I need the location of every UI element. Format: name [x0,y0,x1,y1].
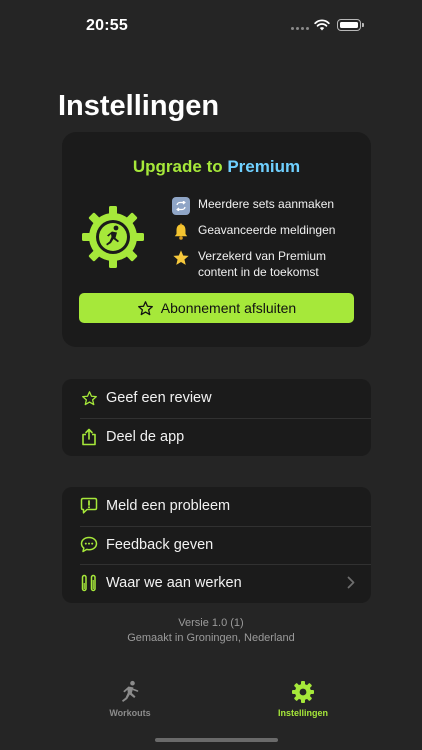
premium-heading: Upgrade to Premium [62,157,371,177]
row-label: Waar we aan werken [106,575,242,592]
feature-label: Meerdere sets aanmaken [198,197,335,211]
roadmap-icon [80,574,98,592]
premium-heading-highlight: Premium [227,157,301,176]
star-outline-icon [137,300,153,315]
running-figure-icon [118,680,142,704]
home-indicator [155,738,278,742]
support-settings-group: Meld een probleem Feedback geven Waar we… [62,487,371,603]
feature-advanced-notifications: Geavanceerde meldingen [171,222,335,241]
row-label: Meld een probleem [106,498,231,515]
wifi-icon [314,19,330,31]
bell-icon [171,222,190,241]
chevron-right-icon [347,576,355,589]
row-label: Geef een review [106,390,212,407]
tab-label: Instellingen [277,708,328,718]
feedback-row[interactable]: Feedback geven [62,525,371,565]
feature-label: Verzekerd van Premium content in de toek… [198,249,327,279]
share-icon [80,428,98,446]
share-app-row[interactable]: Deel de app [62,417,371,457]
report-bubble-icon [80,497,98,515]
premium-card: Upgrade to Premium Meerdere sets aanmake… [62,132,371,347]
repeat-icon [171,196,190,215]
row-label: Feedback geven [106,536,214,553]
signal-dots-icon [291,27,309,30]
premium-heading-prefix: Upgrade to [132,157,228,176]
premium-gear-logo-icon [82,206,144,268]
chat-bubble-icon [80,536,98,554]
review-row[interactable]: Geef een review [62,379,371,418]
tab-workouts[interactable]: Workouts [105,680,155,718]
status-bar: 20:55 [0,0,422,52]
battery-icon [337,19,364,31]
subscribe-button-label: Abonnement afsluiten [160,300,297,316]
version-info: Versie 1.0 (1) Gemaakt in Groningen, Ned… [0,616,422,646]
tab-settings[interactable]: Instellingen [273,680,333,718]
roadmap-row[interactable]: Waar we aan werken [62,564,371,603]
feature-multiple-sets: Meerdere sets aanmaken [171,196,334,215]
made-in-text: Gemaakt in Groningen, Nederland [127,632,295,644]
version-text: Versie 1.0 (1) [178,617,244,629]
subscribe-button[interactable]: Abonnement afsluiten [79,293,354,323]
gear-icon [291,680,315,704]
feature-premium-content: Verzekerd van Premium content in de toek… [171,248,341,280]
report-problem-row[interactable]: Meld een probleem [62,487,371,526]
feature-label: Geavanceerde meldingen [198,223,336,237]
star-icon [171,248,190,267]
share-settings-group: Geef een review Deel de app [62,379,371,456]
star-outline-icon [80,389,98,407]
page-title: Instellingen [58,90,220,122]
status-time: 20:55 [86,17,128,34]
row-label: Deel de app [106,428,185,445]
tab-label: Workouts [109,708,151,718]
